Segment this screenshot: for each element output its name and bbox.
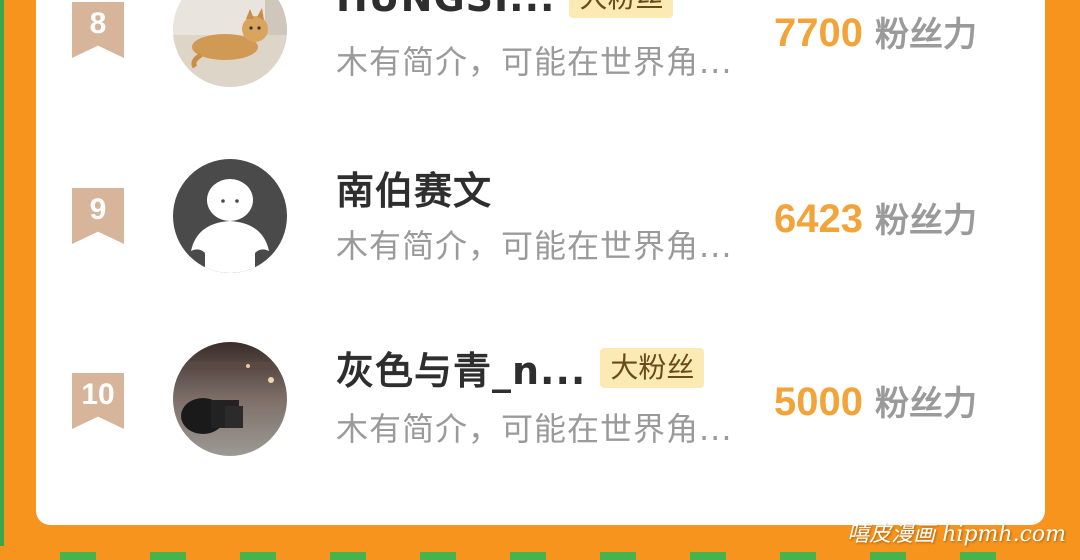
ranking-row[interactable]: 9 南伯赛文 木有简介，可能在世界角... 6423 粉丝力 bbox=[36, 159, 1045, 320]
fan-score-label: 粉丝力 bbox=[874, 15, 977, 55]
site-watermark: 嘻皮漫画 hipmh.com bbox=[847, 522, 1066, 547]
left-edge-strip bbox=[0, 0, 4, 560]
rank-badge: 8 bbox=[72, 2, 124, 58]
bottom-decorative-stripe bbox=[0, 546, 1080, 560]
user-avatar[interactable] bbox=[173, 159, 287, 273]
user-name[interactable]: 南伯赛文 bbox=[336, 160, 492, 215]
user-intro: 木有简介，可能在世界角... bbox=[336, 227, 733, 265]
cat-avatar-image bbox=[173, 0, 287, 87]
user-avatar[interactable] bbox=[173, 342, 287, 456]
big-fan-tag: 大粉丝 bbox=[600, 347, 705, 388]
big-fan-tag: 大粉丝 bbox=[569, 0, 674, 18]
rank-badge: 10 bbox=[72, 373, 124, 429]
ranking-card: 8 HUNGSI... 大粉丝 木有简介，可能在世界角... 7700 bbox=[36, 0, 1045, 525]
ranking-row[interactable]: 10 灰色与青_n... 大粉丝 木有简介，可能在世界角... 5000 粉丝力 bbox=[36, 340, 1045, 500]
user-intro: 木有简介，可能在世界角... bbox=[336, 410, 733, 448]
fan-score-label: 粉丝力 bbox=[874, 201, 977, 241]
fan-score-label: 粉丝力 bbox=[874, 384, 977, 424]
user-name[interactable]: HUNGSI... bbox=[336, 0, 555, 20]
fan-score-value: 6423 bbox=[774, 197, 863, 241]
user-name[interactable]: 灰色与青_n... bbox=[336, 340, 586, 395]
user-avatar[interactable] bbox=[173, 0, 287, 87]
ranking-row[interactable]: 8 HUNGSI... 大粉丝 木有简介，可能在世界角... 7700 bbox=[36, 0, 1045, 140]
fan-score-value: 7700 bbox=[774, 11, 863, 55]
default-person-avatar-icon bbox=[173, 159, 287, 273]
user-intro: 木有简介，可能在世界角... bbox=[336, 43, 733, 81]
rank-badge: 9 bbox=[72, 188, 124, 244]
night-street-avatar-image bbox=[173, 342, 287, 456]
fan-score-value: 5000 bbox=[774, 380, 863, 424]
